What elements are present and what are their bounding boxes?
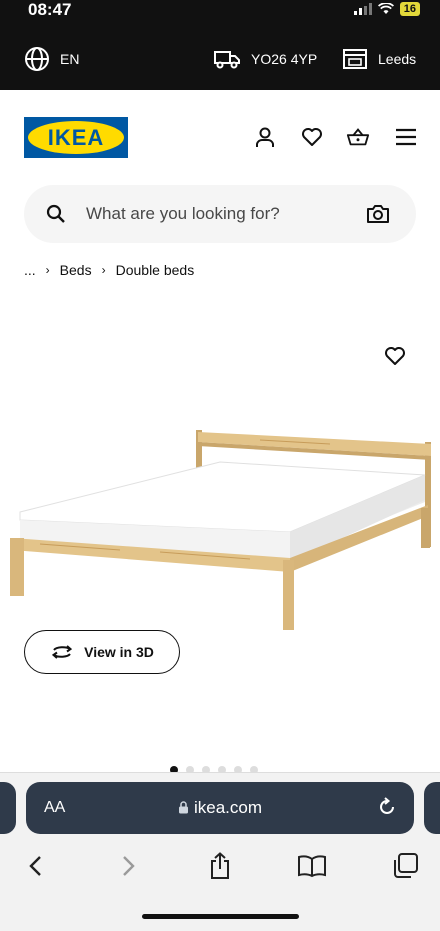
view-in-3d-button[interactable]: View in 3D (24, 630, 180, 674)
chevron-right-icon (123, 856, 135, 876)
account-button[interactable] (253, 125, 277, 149)
url-text: ikea.com (193, 798, 263, 817)
home-indicator[interactable] (142, 914, 299, 919)
lock-icon (178, 801, 188, 814)
status-time: 08:47 (28, 0, 72, 19)
breadcrumb-item-beds[interactable]: Beds (60, 262, 92, 278)
postcode-label: YO26 4YP (251, 51, 318, 67)
add-to-favourites-heart-icon[interactable] (384, 346, 406, 366)
search-icon[interactable] (46, 204, 66, 224)
signal-icon (353, 3, 372, 15)
bookmarks-book-icon (298, 855, 326, 878)
logo-text: IKEA (47, 124, 105, 150)
logo-oval: IKEA (28, 121, 124, 154)
share-button[interactable] (205, 851, 235, 881)
share-icon (211, 852, 229, 879)
heart-icon (302, 128, 322, 146)
address-bar[interactable]: AA ikea.com (26, 782, 414, 834)
basket-button[interactable] (346, 125, 370, 149)
rotate-3d-icon (51, 645, 73, 659)
tabs-button[interactable] (390, 851, 420, 881)
user-icon (256, 127, 274, 147)
search-input[interactable] (86, 195, 366, 233)
bookmarks-button[interactable] (297, 851, 327, 881)
breadcrumb: ... › Beds › Double beds (24, 262, 194, 278)
browser-toolbar: AA ikea.com (0, 772, 440, 931)
status-icons: 16 (353, 2, 420, 16)
chevron-left-icon (29, 856, 41, 876)
reload-icon[interactable] (376, 796, 398, 818)
basket-icon (346, 128, 370, 146)
breadcrumb-ellipsis[interactable]: ... (24, 262, 36, 278)
chevron-right-icon: › (101, 263, 106, 277)
view-in-3d-label: View in 3D (84, 644, 154, 660)
next-tab-peek[interactable] (424, 782, 440, 834)
language-label: EN (60, 51, 80, 67)
breadcrumb-item-double-beds[interactable]: Double beds (116, 262, 195, 278)
back-button[interactable] (20, 851, 50, 881)
delivery-postcode[interactable]: YO26 4YP (213, 28, 317, 90)
url-display[interactable]: ikea.com (26, 798, 414, 818)
camera-search-icon[interactable] (366, 204, 390, 224)
tabs-icon (394, 853, 418, 878)
delivery-truck-icon (214, 51, 240, 69)
status-bar: 08:47 16 (0, 0, 440, 28)
previous-tab-peek[interactable] (0, 782, 16, 834)
store-selector[interactable]: Leeds (342, 28, 416, 90)
search-bar (24, 185, 416, 243)
hamburger-menu-icon (396, 128, 416, 146)
store-icon (343, 49, 367, 69)
site-header: IKEA (0, 90, 440, 185)
forward-button[interactable] (114, 851, 144, 881)
chevron-right-icon: › (45, 263, 50, 277)
wifi-icon (377, 3, 394, 14)
favourites-button[interactable] (300, 125, 324, 149)
product-gallery[interactable]: View in 3D (0, 290, 440, 770)
utility-bar: EN YO26 4YP Leeds (0, 28, 440, 90)
menu-button[interactable] (394, 125, 418, 149)
battery-indicator: 16 (399, 2, 420, 16)
language-selector[interactable]: EN (24, 28, 79, 90)
store-label: Leeds (378, 51, 417, 67)
ikea-logo[interactable]: IKEA (24, 117, 128, 158)
globe-icon (25, 47, 49, 71)
